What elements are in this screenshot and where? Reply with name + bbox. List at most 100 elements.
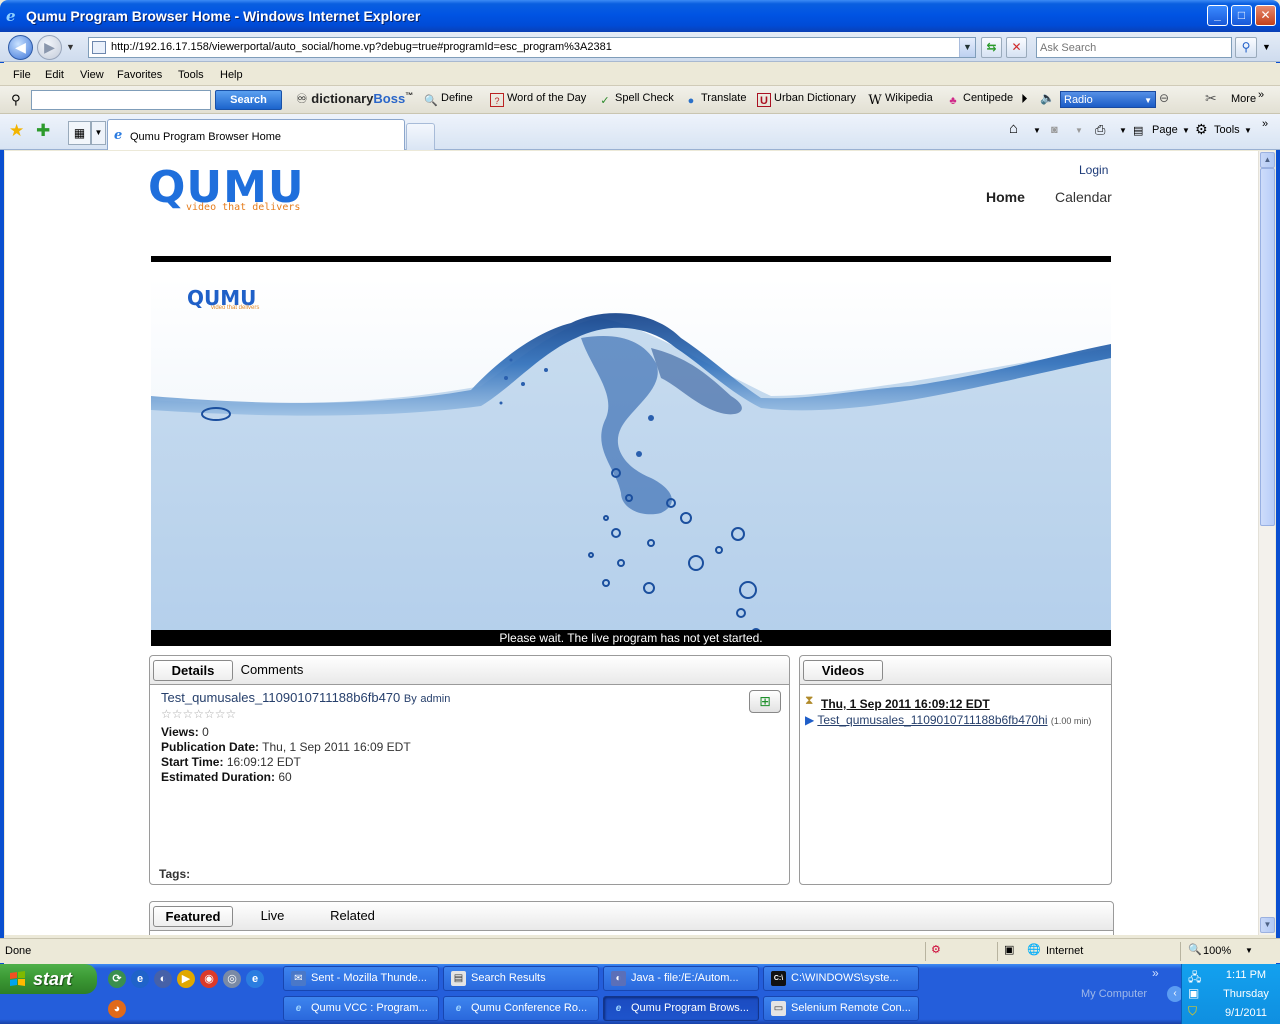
taskbar-button-qumu-vcc[interactable]: e Qumu VCC : Program... [283, 996, 439, 1021]
quick-launch-java-icon[interactable]: ◐ [154, 970, 172, 988]
page-dropdown-icon[interactable]: ▼ [1182, 126, 1190, 135]
tab-details[interactable]: Details [153, 660, 233, 681]
print-dropdown-icon[interactable]: ▼ [1119, 126, 1127, 135]
recent-pages-dropdown-icon[interactable]: ▼ [66, 42, 75, 52]
toolbar-settings-icon[interactable]: ✂ [1205, 90, 1217, 107]
tab-comments[interactable]: Comments [236, 660, 308, 681]
taskbar-button-cmd[interactable]: C:\ C:\WINDOWS\syste... [763, 966, 919, 991]
nav-calendar[interactable]: Calendar [1055, 189, 1112, 205]
search-options-dropdown-icon[interactable]: ▼ [1262, 42, 1271, 52]
login-link[interactable]: Login [1079, 163, 1108, 177]
tab-live[interactable]: Live [245, 906, 300, 927]
quick-launch-firefox-icon[interactable]: ◕ [108, 1000, 126, 1018]
feeds-icon[interactable]: ◙ [1051, 124, 1058, 136]
nav-home[interactable]: Home [986, 189, 1025, 205]
taskbar-button-search-results[interactable]: ▤ Search Results [443, 966, 599, 991]
taskbar-button-qumu-program-browser[interactable]: e Qumu Program Brows... [603, 996, 759, 1021]
minimize-button[interactable]: _ [1207, 5, 1228, 26]
new-tab-button[interactable] [406, 123, 435, 150]
popup-blocker-icon[interactable]: ⚙ [931, 943, 941, 956]
monitor-icon[interactable]: ▣ [1188, 986, 1199, 1000]
centipede-button[interactable]: ♣ Centipede [946, 92, 1013, 108]
tab-list-dropdown-icon[interactable]: ▼ [91, 121, 106, 145]
scheduled-date-link[interactable]: Thu, 1 Sep 2011 16:09:12 EDT [821, 697, 990, 711]
close-button[interactable]: ✕ [1255, 5, 1276, 26]
taskbar-button-java[interactable]: ◐ Java - file:/E:/Autom... [603, 966, 759, 991]
vertical-scrollbar[interactable]: ▲ ▼ [1258, 151, 1275, 935]
zoom-dropdown-icon[interactable]: ▼ [1245, 946, 1253, 955]
tab-featured[interactable]: Featured [153, 906, 233, 927]
radio-stop-icon[interactable]: ⊖ [1159, 91, 1169, 105]
menu-tools[interactable]: Tools [178, 69, 204, 81]
translate-button[interactable]: ● Translate [684, 92, 747, 108]
video-link[interactable]: Test_qumusales_1109010711188b6fb470hi [817, 713, 1047, 727]
taskbar-button-qumu-conference[interactable]: e Qumu Conference Ro... [443, 996, 599, 1021]
dictionary-search-button[interactable]: Search [215, 90, 282, 110]
scroll-up-arrow[interactable]: ▲ [1260, 152, 1275, 168]
quick-launch-outlook-icon[interactable]: e [131, 970, 149, 988]
dictionary-search-input[interactable] [31, 90, 211, 110]
tab-related[interactable]: Related [320, 906, 385, 927]
menu-help[interactable]: Help [220, 69, 243, 81]
tab-videos[interactable]: Videos [803, 660, 883, 681]
start-button[interactable]: start [0, 964, 97, 994]
scroll-down-arrow[interactable]: ▼ [1260, 917, 1275, 933]
page-menu-button[interactable]: Page [1152, 124, 1178, 136]
protected-mode-icon[interactable]: ▣ [1004, 943, 1014, 956]
more-button[interactable]: More [1231, 93, 1256, 105]
radio-station-select[interactable]: Radio ▼ [1060, 91, 1156, 108]
qumu-logo[interactable]: QUMU video that delivers [148, 166, 305, 214]
menu-edit[interactable]: Edit [45, 69, 64, 81]
address-dropdown-icon[interactable]: ▼ [959, 38, 975, 57]
shield-icon[interactable]: ⛉ [1188, 1004, 1197, 1019]
search-go-button[interactable]: ⚲ [1235, 37, 1257, 58]
stop-button[interactable]: ✕ [1006, 37, 1027, 58]
print-icon[interactable]: ⎙ [1095, 122, 1105, 138]
menu-favorites[interactable]: Favorites [117, 69, 162, 81]
quick-launch-ie-icon[interactable]: e [246, 970, 264, 988]
define-button[interactable]: 🔍 Define [424, 92, 473, 108]
quick-launch-connect-icon[interactable]: ⟳ [108, 970, 126, 988]
tools-menu-button[interactable]: Tools [1214, 124, 1240, 136]
ask-search-input[interactable] [1037, 38, 1231, 57]
tools-dropdown-icon[interactable]: ▼ [1244, 126, 1252, 135]
maximize-button[interactable]: □ [1231, 5, 1252, 26]
taskbar-expand-icon[interactable]: » [1152, 966, 1159, 980]
tab-qumu-program-browser-home[interactable]: e Qumu Program Browser Home [107, 119, 405, 150]
feeds-dropdown-icon[interactable]: ▼ [1075, 126, 1083, 135]
chevron-more-icon[interactable]: » [1258, 89, 1264, 101]
zoom-level[interactable]: 100% [1203, 945, 1231, 957]
menu-file[interactable]: File [13, 69, 31, 81]
taskbar-button-thunderbird[interactable]: ✉ Sent - Mozilla Thunde... [283, 966, 439, 991]
back-button[interactable]: ◀ [8, 35, 33, 60]
home-dropdown-icon[interactable]: ▼ [1033, 126, 1041, 135]
quick-launch-network-icon[interactable]: ◎ [223, 970, 241, 988]
radio-volume-icon[interactable]: 🔈 [1040, 91, 1055, 105]
chevron-more-commands-icon[interactable]: » [1262, 118, 1268, 130]
taskbar-button-selenium[interactable]: ▭ Selenium Remote Con... [763, 996, 919, 1021]
add-favorite-icon[interactable]: ✚ [36, 121, 50, 141]
scroll-thumb[interactable] [1260, 168, 1275, 526]
home-icon[interactable]: ⌂ [1009, 120, 1018, 137]
my-computer-toolbar[interactable]: My Computer [1081, 988, 1147, 1000]
quick-tabs-icon[interactable]: ▦ [68, 121, 91, 145]
word-of-day-button[interactable]: ? Word of the Day [490, 92, 586, 107]
urban-dictionary-button[interactable]: U Urban Dictionary [757, 92, 856, 107]
rating-stars[interactable]: ☆☆☆☆☆☆☆ [161, 707, 236, 721]
live-program-player[interactable]: QUMU video that delivers [151, 278, 1111, 646]
forward-button[interactable]: ▶ [37, 35, 62, 60]
url-text[interactable]: http://192.16.17.158/viewerportal/auto_s… [111, 41, 612, 53]
quick-launch-media-player-icon[interactable]: ▶ [177, 970, 195, 988]
window-title-bar[interactable]: e Qumu Program Browser Home - Windows In… [0, 0, 1280, 32]
address-field[interactable]: http://192.16.17.158/viewerportal/auto_s… [88, 37, 976, 58]
wikipedia-button[interactable]: W Wikipedia [868, 92, 932, 108]
add-to-playlist-button[interactable]: ⊞ [749, 690, 781, 713]
radio-play-icon[interactable]: ⏵ [1021, 91, 1028, 107]
dictionaryboss-logo[interactable]: ♾ dictionaryBoss™ [296, 91, 413, 107]
refresh-button[interactable]: ⇆ [981, 37, 1002, 58]
ask-search-field[interactable] [1036, 37, 1232, 58]
menu-view[interactable]: View [80, 69, 104, 81]
quick-launch-chrome-icon[interactable]: ◉ [200, 970, 218, 988]
spell-check-button[interactable]: ✓ Spell Check [598, 92, 673, 108]
clock-time[interactable]: 1:11 PM [1213, 969, 1279, 981]
